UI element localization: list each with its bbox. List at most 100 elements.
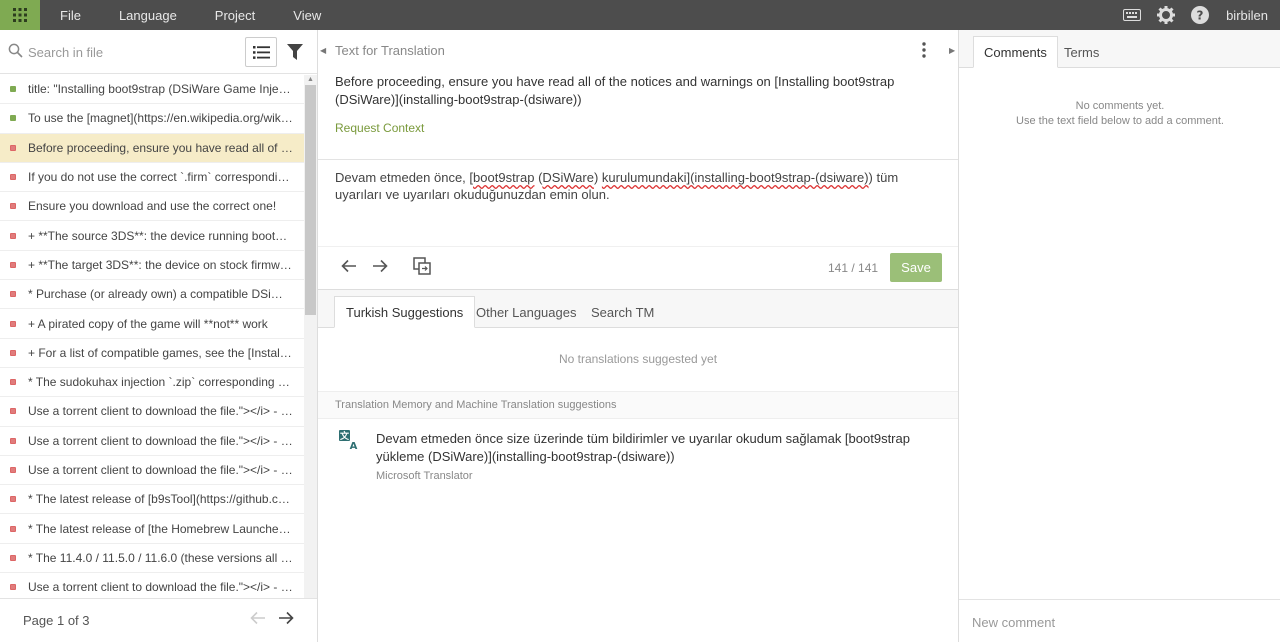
help-icon[interactable]: ?	[1190, 5, 1210, 25]
list-item-text: + A pirated copy of the game will **not*…	[28, 316, 268, 331]
list-icon	[252, 45, 270, 59]
status-indicator	[10, 86, 16, 93]
scrollbar-thumb[interactable]	[305, 85, 316, 315]
list-item[interactable]: If you do not use the correct `.firm` co…	[0, 163, 304, 193]
comment-box	[959, 599, 1280, 642]
tab-search-tm[interactable]: Search TM	[580, 296, 665, 328]
editor-pane: ◀ ▶ Text for Translation Before proceedi…	[318, 30, 958, 642]
source-header: Text for Translation	[335, 43, 445, 58]
pager: Page 1 of 3	[0, 598, 317, 642]
tab-comments[interactable]: Comments	[973, 36, 1058, 68]
list-item-text: + For a list of compatible games, see th…	[28, 345, 293, 360]
more-options-icon[interactable]	[922, 42, 926, 61]
collapse-right-icon[interactable]: ▶	[949, 46, 955, 55]
suggestion-tabs: Turkish Suggestions Other Languages Sear…	[318, 290, 958, 328]
status-indicator	[10, 291, 16, 298]
menu-language[interactable]: Language	[100, 8, 196, 23]
translation-part: )	[593, 170, 602, 185]
mt-suggestion-text[interactable]: Devam etmeden önce size üzerinde tüm bil…	[376, 430, 946, 466]
svg-text:文: 文	[339, 430, 350, 442]
copy-source-icon[interactable]	[413, 257, 431, 278]
no-suggestions-text: No translations suggested yet	[558, 352, 718, 366]
next-page-icon[interactable]	[278, 611, 294, 628]
tm-header: Translation Memory and Machine Translati…	[318, 391, 958, 419]
mt-source: Microsoft Translator	[376, 470, 473, 482]
list-item[interactable]: + **The target 3DS**: the device on stoc…	[0, 251, 304, 281]
list-item[interactable]: * The latest release of [b9sTool](https:…	[0, 485, 304, 515]
list-item[interactable]: * The sudokuhax injection `.zip` corresp…	[0, 368, 304, 398]
misspelled-word: boot9strap	[473, 170, 535, 185]
status-indicator	[10, 379, 16, 386]
comments-pane: Comments Terms No comments yet. Use the …	[958, 30, 1280, 642]
list-item-text: * The 11.4.0 / 11.5.0 / 11.6.0 (these ve…	[28, 550, 293, 565]
tab-other-languages[interactable]: Other Languages	[465, 296, 587, 328]
grid-icon	[13, 8, 27, 22]
list-view-button[interactable]	[245, 37, 277, 67]
search-icon	[8, 43, 23, 58]
tab-turkish-suggestions[interactable]: Turkish Suggestions	[334, 296, 476, 328]
no-comments-text: No comments yet. Use the text field belo…	[959, 99, 1280, 129]
character-count: 141 / 141	[828, 261, 879, 275]
list-item[interactable]: Use a torrent client to download the fil…	[0, 397, 304, 427]
list-item[interactable]: Use a torrent client to download the fil…	[0, 427, 304, 456]
filter-icon	[287, 43, 303, 60]
list-item[interactable]: * The 11.4.0 / 11.5.0 / 11.6.0 (these ve…	[0, 544, 304, 574]
list-item[interactable]: title: "Installing boot9strap (DSiWare G…	[0, 75, 304, 105]
divider	[318, 159, 958, 160]
previous-string-icon[interactable]	[341, 259, 357, 276]
list-item[interactable]: Use a torrent client to download the fil…	[0, 456, 304, 486]
filter-button[interactable]	[284, 40, 306, 64]
gear-icon[interactable]	[1156, 5, 1176, 25]
menu-view[interactable]: View	[274, 8, 340, 23]
tab-terms[interactable]: Terms	[1054, 36, 1109, 68]
list-item[interactable]: * Purchase (or already own) a compatible…	[0, 280, 304, 310]
apps-grid-button[interactable]	[0, 0, 40, 30]
collapse-left-icon[interactable]: ◀	[320, 46, 326, 55]
request-context-link[interactable]: Request Context	[335, 121, 424, 135]
scroll-up-icon[interactable]: ▲	[307, 76, 314, 83]
list-item-text: Use a torrent client to download the fil…	[28, 433, 293, 448]
search-bar	[0, 30, 317, 74]
status-indicator	[10, 496, 16, 503]
keyboard-icon[interactable]	[1122, 5, 1142, 25]
status-indicator	[10, 525, 16, 532]
list-item-text: + **The target 3DS**: the device on stoc…	[28, 257, 293, 272]
status-indicator	[10, 467, 16, 473]
list-item[interactable]: Ensure you download and use the correct …	[0, 192, 304, 222]
right-tabs: Comments Terms	[959, 30, 1280, 68]
status-indicator	[10, 408, 16, 415]
list-item-text: + **The source 3DS**: the device running…	[28, 228, 293, 243]
save-button[interactable]: Save	[890, 253, 942, 282]
translation-part: Devam etmeden önce, [	[335, 170, 474, 185]
prev-page-icon[interactable]	[250, 611, 266, 628]
misspelled-word: DSiWare	[542, 170, 594, 185]
translation-editor[interactable]: Devam etmeden önce, [boot9strap (DSiWare…	[335, 169, 940, 203]
list-item[interactable]: + For a list of compatible games, see th…	[0, 339, 304, 368]
list-item[interactable]: Before proceeding, ensure you have read …	[0, 133, 304, 163]
status-indicator	[10, 174, 16, 181]
status-indicator	[10, 144, 16, 151]
menu-file[interactable]: File	[40, 8, 100, 23]
no-comments-line-1: No comments yet.	[1075, 100, 1165, 112]
svg-text:A: A	[350, 441, 358, 450]
new-comment-input[interactable]	[972, 612, 1262, 632]
list-item-text: Ensure you download and use the correct …	[28, 199, 277, 214]
list-item[interactable]: * The latest release of [the Homebrew La…	[0, 514, 304, 544]
list-item-text: If you do not use the correct `.firm` co…	[28, 170, 293, 185]
list-item-text: To use the [magnet](https://en.wikipedia…	[28, 111, 293, 126]
list-item[interactable]: To use the [magnet](https://en.wikipedia…	[0, 104, 304, 134]
status-indicator	[10, 232, 16, 239]
list-item-text: title: "Installing boot9strap (DSiWare G…	[28, 82, 293, 97]
search-input[interactable]	[28, 42, 228, 62]
editor-controls: 141 / 141 Save	[318, 247, 958, 289]
list-item[interactable]: + **The source 3DS**: the device running…	[0, 221, 304, 251]
list-item-text: * The latest release of [the Homebrew La…	[28, 521, 293, 536]
menu-project[interactable]: Project	[196, 8, 274, 23]
user-name[interactable]: birbilen	[1226, 8, 1268, 23]
list-item-text: Before proceeding, ensure you have read …	[28, 140, 293, 155]
next-string-icon[interactable]	[372, 259, 388, 276]
list-item[interactable]: + A pirated copy of the game will **not*…	[0, 309, 304, 339]
list-item-text: Use a torrent client to download the fil…	[28, 404, 293, 419]
list-item-text: * Purchase (or already own) a compatible…	[28, 287, 293, 302]
list-scrollbar[interactable]: ▲ ▼	[304, 75, 317, 628]
